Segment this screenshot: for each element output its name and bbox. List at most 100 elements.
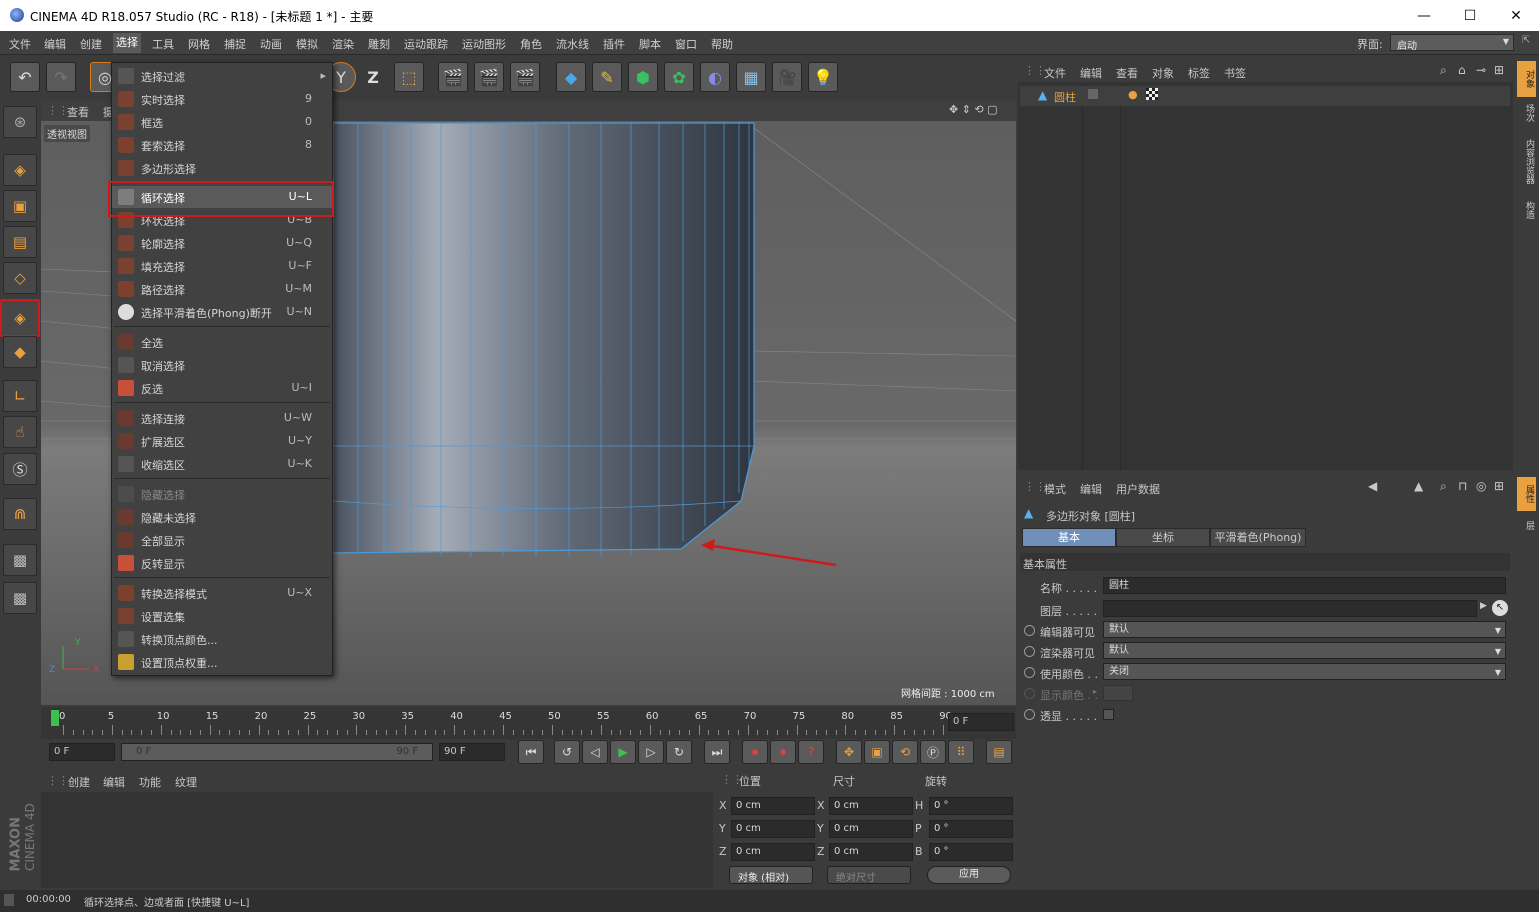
object-menu-objects[interactable]: 对象 [1152,65,1174,81]
go-to-end-icon[interactable]: ⏭ [704,740,730,764]
up-arrow-icon[interactable]: ▲ [1414,479,1423,493]
home-icon[interactable]: ⌂ [1458,63,1466,77]
autokey-icon[interactable]: ⏺ [770,740,796,764]
menu-item-live-selection[interactable]: 实时选择 9 [112,88,332,110]
attr-menu-mode[interactable]: 模式 [1044,481,1066,497]
axis-mode-icon[interactable]: ∟ [3,380,37,412]
menu-mograph[interactable]: 运动图形 [462,36,506,52]
menu-item-lasso-selection[interactable]: 套索选择 8 [112,134,332,156]
side-tab-takes[interactable]: 场次 [1517,99,1536,127]
pen-spline-icon[interactable]: ✎ [592,62,622,92]
size-z-input[interactable]: 0 cm [829,843,913,861]
menu-render[interactable]: 渲染 [332,36,354,52]
object-menu-tags[interactable]: 标签 [1188,65,1210,81]
redo-icon[interactable]: ↷ [46,62,76,92]
lock-icon[interactable]: ⊓ [1458,479,1467,493]
rotation-p-input[interactable]: 0 ° [929,820,1013,838]
start-frame-field[interactable]: 0 F [49,743,115,761]
menu-item-deselect-all[interactable]: 取消选择 [112,354,332,376]
rotation-h-input[interactable]: 0 ° [929,797,1013,815]
material-menu-function[interactable]: 功能 [139,774,161,790]
menu-item-unhide-all[interactable]: 全部显示 [112,529,332,551]
timeline-ruler[interactable]: 0 5 10 15 20 25 30 35 40 45 50 55 60 65 70 75 80 85 90 0 F [41,707,1016,739]
menu-pipeline[interactable]: 流水线 [556,36,589,52]
camera-icon[interactable]: 🎥 [772,62,802,92]
texture-mode-icon[interactable]: ▣ [3,190,37,222]
radio-icon[interactable] [1024,667,1035,678]
radio-icon[interactable] [1024,625,1035,636]
deformer-icon[interactable]: ◐ [700,62,730,92]
cloner-icon[interactable]: ✿ [664,62,694,92]
menu-create[interactable]: 创建 [80,36,102,52]
end-frame-field[interactable]: 90 F [439,743,505,761]
planar-workplane-icon[interactable]: ▩ [3,582,37,614]
menu-item-path-selection[interactable]: 路径选择 U~M [112,278,332,300]
viewport-menu-view[interactable]: 查看 [67,104,89,120]
minimize-button[interactable]: — [1401,0,1447,31]
menu-item-hide-unselected[interactable]: 隐藏未选择 [112,506,332,528]
menu-item-set-vertex-weight[interactable]: 设置顶点权重... [112,651,332,673]
tab-coordinates[interactable]: 坐标 [1116,528,1210,547]
size-mode-dropdown[interactable]: 绝对尺寸 [827,866,911,884]
coordinate-system-icon[interactable]: ⬚ [394,62,424,92]
radio-icon[interactable] [1024,646,1035,657]
menu-window[interactable]: 窗口 [675,36,697,52]
search-icon[interactable]: ⌕ [1440,63,1447,78]
use-color-dropdown[interactable]: 关闭 ▼ [1103,663,1506,680]
snap-icon[interactable]: Ⓢ [3,453,37,485]
tab-basic[interactable]: 基本 [1022,528,1116,547]
object-menu-edit[interactable]: 编辑 [1080,65,1102,81]
position-z-input[interactable]: 0 cm [731,843,815,861]
side-tab-structure[interactable]: 构造 [1517,195,1536,225]
edges-mode-icon[interactable]: ◈ [0,299,40,337]
rotation-key-icon[interactable]: ⟲ [892,740,918,764]
side-tab-content-browser[interactable]: 内容浏览器 [1517,131,1536,191]
menu-item-invert-visibility[interactable]: 反转显示 [112,552,332,574]
playhead[interactable] [51,710,59,726]
go-to-start-icon[interactable]: ⏮ [518,740,544,764]
visibility-toggle-icon[interactable] [1088,89,1098,99]
back-arrow-icon[interactable]: ◀ [1368,479,1377,493]
step-back-icon[interactable]: ◁ [582,740,608,764]
side-tab-attributes[interactable]: 属性 [1517,477,1536,511]
name-input[interactable]: 圆柱 [1103,577,1506,594]
object-name[interactable]: 圆柱 [1054,89,1076,105]
material-menu-create[interactable]: 创建 [68,774,90,790]
menu-item-shrink-selection[interactable]: 收缩选区 U~K [112,453,332,475]
layer-input[interactable] [1103,600,1477,617]
close-button[interactable]: ✕ [1493,0,1539,31]
model-mode-icon[interactable]: ◈ [3,154,37,186]
next-key-icon[interactable]: ↻ [666,740,692,764]
menu-item-convert-vertex-color[interactable]: 转换顶点颜色... [112,628,332,650]
menu-tools[interactable]: 工具 [152,36,174,52]
link-icon[interactable]: ⊸ [1476,63,1486,77]
menu-item-fill-selection[interactable]: 填充选择 U~F [112,255,332,277]
maximize-button[interactable]: ☐ [1447,0,1493,31]
attr-menu-user-data[interactable]: 用户数据 [1116,481,1160,497]
menu-item-outline-selection[interactable]: 轮廓选择 U~Q [112,232,332,254]
scale-key-icon[interactable]: ▣ [864,740,890,764]
menu-help[interactable]: 帮助 [711,36,733,52]
new-panel-icon[interactable]: ⊞ [1494,479,1504,493]
object-menu-bookmarks[interactable]: 书签 [1224,65,1246,81]
menu-sculpt[interactable]: 雕刻 [368,36,390,52]
menu-select[interactable]: 选择 [113,33,141,53]
menu-item-convert-selection[interactable]: 转换选择模式 U~X [112,582,332,604]
apply-button[interactable]: 应用 [927,866,1011,884]
workplane-mode-icon[interactable]: ▤ [3,226,37,258]
parameter-key-icon[interactable]: Ⓟ [920,740,946,764]
target-icon[interactable]: ◎ [1476,479,1486,493]
timeline-window-icon[interactable]: ▤ [986,740,1012,764]
cylinder-mesh[interactable] [332,122,755,554]
current-frame-field[interactable]: 0 F [948,713,1014,731]
tweak-mode-icon[interactable]: ☝ [3,416,37,448]
menu-file[interactable]: 文件 [9,36,31,52]
menu-snap[interactable]: 捕捉 [224,36,246,52]
undo-icon[interactable]: ↶ [10,62,40,92]
cursor-pick-icon[interactable]: ↖ [1492,600,1508,616]
menu-item-invert[interactable]: 反选 U~I [112,377,332,399]
render-picture-viewer-icon[interactable]: 🎬 [474,62,504,92]
material-menu-edit[interactable]: 编辑 [103,774,125,790]
rotation-b-input[interactable]: 0 ° [929,843,1013,861]
light-icon[interactable]: 💡 [808,62,838,92]
